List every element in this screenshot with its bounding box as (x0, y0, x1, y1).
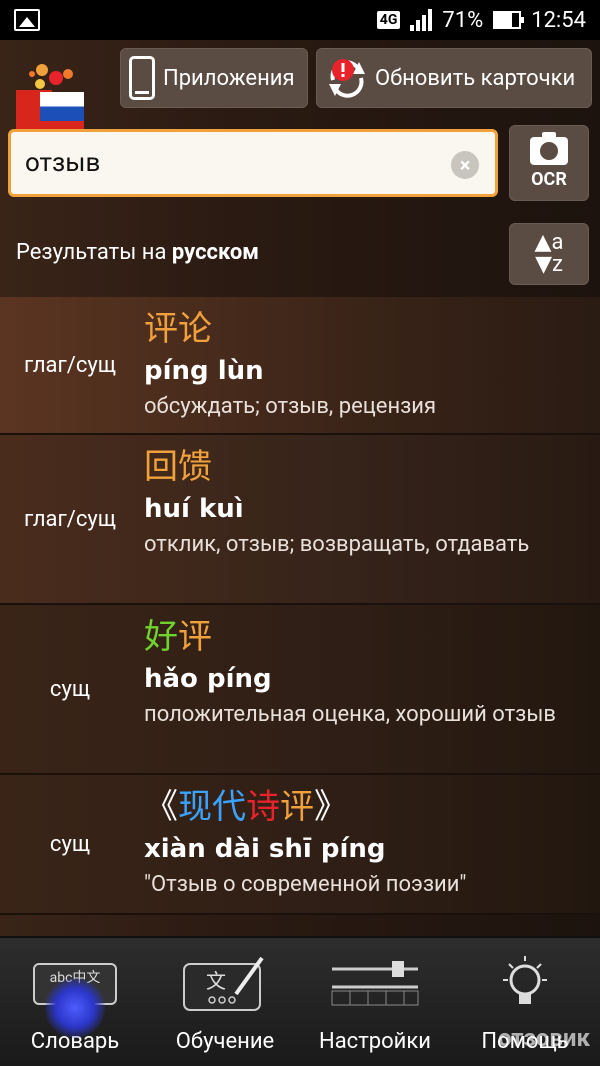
translation: отклик, отзыв; возвращать, отдавать (144, 532, 530, 557)
battery-icon (493, 11, 525, 29)
result-row[interactable]: глаг/сущ 评论 píng lùn обсуждать; отзыв, реце… (0, 297, 600, 435)
nav-learning-label: Обучение (175, 1029, 275, 1054)
update-cards-button[interactable]: Обновить карточки (316, 48, 592, 108)
apps-button-label: Приложения (163, 65, 295, 91)
result-row[interactable]: сущ 好评 hǎo píng положительная оценка, хорош… (0, 605, 600, 775)
hanzi: 回馈 (144, 445, 600, 489)
part-of-speech: сущ (49, 831, 91, 857)
entry: 好评 hǎo píng положительная оценка, хороший … (140, 605, 600, 773)
results-list: глаг/сущ 评论 píng lùn обсуждать; отзыв, реце… (0, 297, 600, 915)
part-of-speech: глаг/сущ (24, 352, 116, 378)
hanzi-char: 论 (178, 309, 212, 349)
hanzi: 好评 (144, 615, 600, 659)
result-row[interactable]: сущ 《现代诗评》 xiàn dài shī píng "Отзыв о совре… (0, 775, 600, 915)
search-input[interactable] (25, 148, 445, 178)
translation: обсуждать; отзыв, рецензия (144, 394, 437, 419)
entry: 回馈 huí kuì отклик, отзыв; возвращать, отда… (140, 435, 600, 603)
results-header: Результаты на русском (16, 240, 259, 265)
sliders-icon (331, 961, 419, 1006)
sort-button[interactable]: ▲a ▼z (509, 223, 589, 285)
hanzi-char: 好 (144, 617, 178, 657)
status-left (14, 9, 377, 31)
part-of-speech: глаг/сущ (24, 506, 116, 532)
clear-search-icon[interactable]: × (451, 151, 479, 179)
pinyin: xiàn dài shī píng (144, 834, 386, 864)
results-header-prefix: Результаты на (16, 240, 172, 265)
nav-dictionary[interactable]: abc中文 Словарь (0, 938, 150, 1066)
camera-icon (530, 131, 568, 165)
part-of-speech: сущ (49, 676, 91, 702)
hanzi-char: 》 (314, 787, 348, 827)
translation: положительная оценка, хороший отзыв (144, 702, 557, 727)
pinyin: hǎo píng (144, 664, 272, 694)
nav-settings[interactable]: Настройки (300, 938, 450, 1066)
hanzi-char: 代 (212, 787, 246, 827)
pinyin: huí kuì (144, 494, 244, 524)
pinyin: píng lùn (144, 356, 264, 386)
logo-dots-icon (29, 64, 73, 89)
active-indicator (45, 978, 105, 1038)
sort-bottom-letter: z (551, 252, 563, 277)
entry: 评论 píng lùn обсуждать; отзыв, рецензия (140, 297, 600, 433)
hanzi-char: 评 (178, 617, 212, 657)
clock: 12:54 (531, 7, 586, 33)
lightbulb-icon (503, 956, 547, 1004)
status-right: 4G 71% 12:54 (376, 7, 586, 33)
apps-button[interactable]: Приложения (120, 48, 308, 108)
ocr-button[interactable]: OCR (509, 125, 589, 201)
hanzi-char: 诗 (246, 787, 280, 827)
hanzi-char: 评 (280, 787, 314, 827)
status-bar: 4G 71% 12:54 (0, 0, 600, 40)
network-type: 4G (376, 11, 401, 29)
nav-learning[interactable]: 文 Обучение (150, 938, 300, 1066)
ocr-label: OCR (531, 168, 567, 190)
handwriting-pen-icon: 文 (183, 956, 264, 1011)
sort-az-icon: ▲a ▼z (534, 230, 564, 277)
bottom-nav: abc中文 Словарь 文 Обучение (0, 936, 600, 1066)
update-cards-label: Обновить карточки (375, 65, 576, 91)
hanzi: 《现代诗评》 (144, 785, 600, 829)
search-box[interactable]: × (8, 129, 498, 197)
entry: 《现代诗评》 xiàn dài shī píng "Отзыв о современ… (140, 775, 600, 913)
hanzi: 评论 (144, 307, 600, 351)
nav-settings-label: Настройки (319, 1029, 431, 1054)
image-notification-icon (14, 9, 40, 31)
phone-icon (129, 56, 155, 100)
hanzi-char: 《 (144, 787, 178, 827)
hanzi-char: 回 (144, 447, 178, 487)
signal-icon (410, 9, 433, 31)
result-row[interactable]: глаг/сущ 回馈 huí kuì отклик, отзыв; возвраща… (0, 435, 600, 605)
hanzi-char: 评 (144, 309, 178, 349)
app-area: Приложения Обновить карточки × OCR Резул… (0, 40, 600, 936)
hanzi-char: 现 (178, 787, 212, 827)
refresh-icon (329, 59, 365, 98)
app-logo[interactable] (16, 62, 86, 136)
watermark: отзовик (497, 1024, 590, 1052)
results-language: русском (171, 240, 260, 265)
battery-percent: 71% (442, 7, 484, 33)
hanzi-char: 馈 (178, 447, 212, 487)
translation: "Отзыв о современной поэзии" (144, 872, 467, 897)
svg-text:文: 文 (206, 969, 226, 993)
